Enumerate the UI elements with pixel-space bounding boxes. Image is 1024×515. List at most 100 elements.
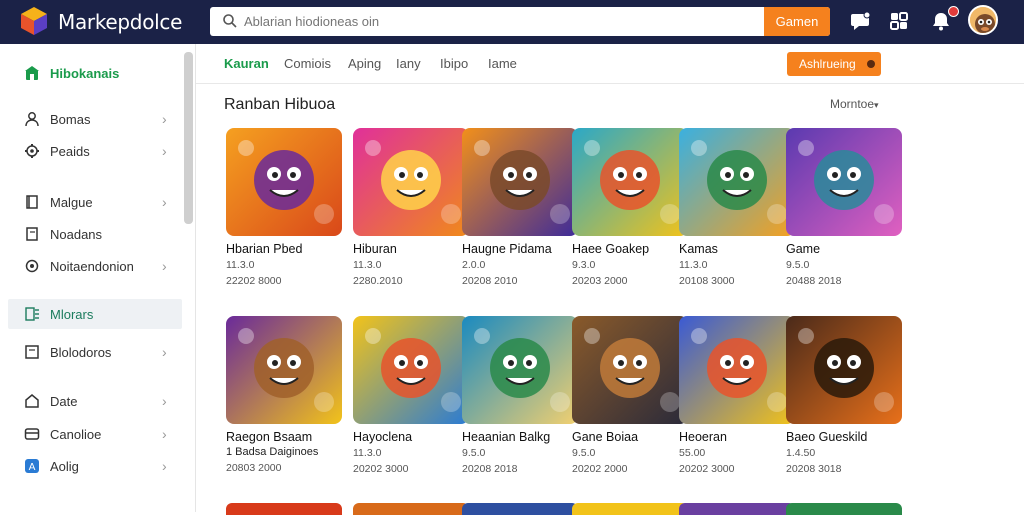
sidebar-scrollbar[interactable] [184,52,193,224]
game-card[interactable]: Haee Goakep 9.3.0 20203 2000 [572,128,688,287]
game-title[interactable]: Heoeran [679,430,795,444]
chevron-right-icon: › [162,426,167,442]
home-outline-icon [25,394,39,408]
game-card[interactable]: Hayoclena 11.3.0 20202 3000 [353,316,469,475]
game-thumbnail[interactable] [572,316,688,424]
sidebar-item-label: Aolig [50,458,79,474]
book-icon [26,195,38,209]
tab-ibipo[interactable]: Ibipo [440,56,468,71]
sidebar-item-4[interactable]: Noadans [8,219,182,249]
sidebar-item-1[interactable]: Bomas › [8,104,182,134]
game-downloads: 20208 2018 [462,463,518,475]
game-card[interactable]: Haugne Pidama 2.0.0 20208 2010 [462,128,578,287]
game-title[interactable]: Haugne Pidama [462,242,578,256]
game-title[interactable]: Gane Boiaa [572,430,688,444]
game-thumbnail[interactable] [786,128,902,236]
sidebar-item-label: Blolodoros [50,344,112,360]
game-thumbnail[interactable] [353,316,469,424]
game-title[interactable]: Hbarian Pbed [226,242,342,256]
game-art-icon [798,328,894,412]
game-title[interactable]: Hiburan [353,242,469,256]
game-card[interactable]: Baeo Gueskild 1.4.50 20208 3018 [786,316,902,475]
game-downloads: 22202 8000 [226,275,282,287]
app-icon: A [25,459,39,473]
cta-dot-icon [867,60,875,68]
game-downloads: 2280.2010 [353,275,403,287]
card-peek-6 [786,503,902,515]
game-title[interactable]: Raegon Bsaam [226,430,342,444]
chat-icon[interactable] [850,10,872,32]
brand-name[interactable]: Markepdolce [58,10,182,34]
game-downloads: 20202 3000 [679,463,735,475]
game-art-icon [238,328,334,412]
game-art-icon [584,140,680,224]
more-label: Morntoe [830,97,875,111]
sidebar-item-label: Noadans [50,226,103,242]
game-thumbnail[interactable] [226,316,342,424]
card-peek-3 [462,503,578,515]
game-downloads: 20203 2000 [572,275,628,287]
more-dropdown[interactable]: Morntoe▾ [830,97,879,111]
game-card[interactable]: Hbarian Pbed 11.3.0 22202 8000 [226,128,342,287]
svg-text:A: A [29,462,36,473]
chevron-right-icon: › [162,194,167,210]
sidebar-item-9[interactable]: Canolioe › [8,419,182,449]
apps-grid-icon[interactable] [888,10,910,32]
tab-comiois[interactable]: Comiois [284,56,331,71]
game-title[interactable]: Baeo Gueskild [786,430,902,444]
game-downloads: 20208 3018 [786,463,842,475]
chevron-right-icon: › [162,344,167,360]
game-art-icon [584,328,680,412]
tab-iame[interactable]: Iame [488,56,517,71]
game-art-icon [691,140,787,224]
game-thumbnail[interactable] [462,128,578,236]
game-card[interactable]: Raegon Bsaam 1 Badsa Daiginoes 20803 2000 [226,316,342,474]
game-thumbnail[interactable] [353,128,469,236]
game-thumbnail[interactable] [462,316,578,424]
game-card[interactable]: Kamas 11.3.0 20108 3000 [679,128,795,287]
game-card[interactable]: Hiburan 11.3.0 2280.2010 [353,128,469,287]
search-button[interactable]: Gamen [764,7,830,36]
user-avatar[interactable] [968,5,998,35]
game-version: 9.3.0 [572,259,596,271]
game-title[interactable]: Haee Goakep [572,242,688,256]
game-version: 11.3.0 [353,447,382,459]
cta-button[interactable]: Ashlrueing [787,52,881,76]
tab-aping[interactable]: Aping [348,56,381,71]
game-downloads: 20202 2000 [572,463,628,475]
game-thumbnail[interactable] [679,128,795,236]
sidebar-item-label: Mlorars [50,306,94,322]
game-title[interactable]: Kamas [679,242,795,256]
sidebar-item-7[interactable]: Blolodoros › [8,337,182,367]
tab-kauran[interactable]: Kauran [224,56,269,71]
game-downloads: 20488 2018 [786,275,842,287]
sidebar-item-10[interactable]: A Aolig › [8,451,182,481]
search-bar: Gamen [210,7,830,36]
sidebar-item-8[interactable]: Date › [8,386,182,416]
sidebar-item-6[interactable]: Mlorars [8,299,182,329]
app-logo-icon[interactable] [18,5,50,37]
game-card[interactable]: Heaanian Balkg 9.5.0 20208 2018 [462,316,578,475]
game-card[interactable]: Heoeran 55.00 20202 3000 [679,316,795,475]
sidebar-item-label: Noitaendonion [50,258,134,274]
sidebar-item-label: Peaids [50,143,90,159]
game-downloads: 20208 2010 [462,275,518,287]
game-thumbnail[interactable] [786,316,902,424]
game-title[interactable]: Heaanian Balkg [462,430,578,444]
game-card[interactable]: Game 9.5.0 20488 2018 [786,128,902,287]
sidebar-item-0[interactable]: Hibokanais [8,58,182,88]
game-title[interactable]: Hayoclena [353,430,469,444]
bookmark-icon [26,227,38,241]
game-title[interactable]: Game [786,242,902,256]
sidebar-item-2[interactable]: Peaids › [8,136,182,166]
sidebar-item-3[interactable]: Malgue › [8,187,182,217]
chevron-right-icon: › [162,143,167,159]
search-input[interactable] [244,11,744,32]
card-peek-1 [226,503,342,515]
game-thumbnail[interactable] [679,316,795,424]
sidebar-item-5[interactable]: Noitaendonion › [8,251,182,281]
game-card[interactable]: Gane Boiaa 9.5.0 20202 2000 [572,316,688,475]
game-thumbnail[interactable] [572,128,688,236]
tab-iany[interactable]: Iany [396,56,421,71]
game-thumbnail[interactable] [226,128,342,236]
